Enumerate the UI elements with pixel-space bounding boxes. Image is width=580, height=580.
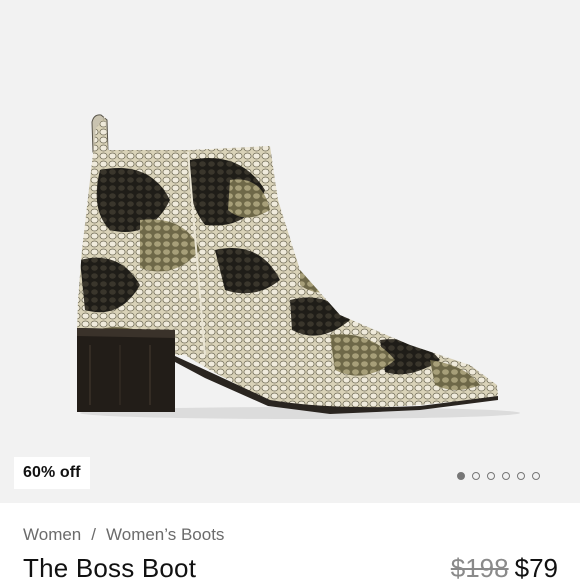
boot-product-image [77,114,520,419]
carousel-dot[interactable] [457,472,465,480]
carousel-dot[interactable] [487,472,495,480]
discount-badge: 60% off [14,457,90,489]
sale-price: $79 [514,553,558,580]
carousel-dot[interactable] [502,472,510,480]
carousel-dot[interactable] [517,472,525,480]
product-page: 60% off Women / Women’s Boots The Boss Boo… [0,0,580,580]
product-title: The Boss Boot [23,553,197,580]
carousel-dot[interactable] [532,472,540,480]
carousel-pagination [457,472,540,480]
original-price: $198 [450,553,509,580]
breadcrumb-separator: / [91,525,96,544]
breadcrumb: Women / Women’s Boots [23,525,224,545]
breadcrumb-link-women[interactable]: Women [23,525,81,544]
carousel-dot[interactable] [472,472,480,480]
product-image-carousel[interactable]: 60% off [0,0,580,503]
price-block: $198 $79 [451,553,558,580]
breadcrumb-link-womens-boots[interactable]: Women’s Boots [106,525,224,544]
